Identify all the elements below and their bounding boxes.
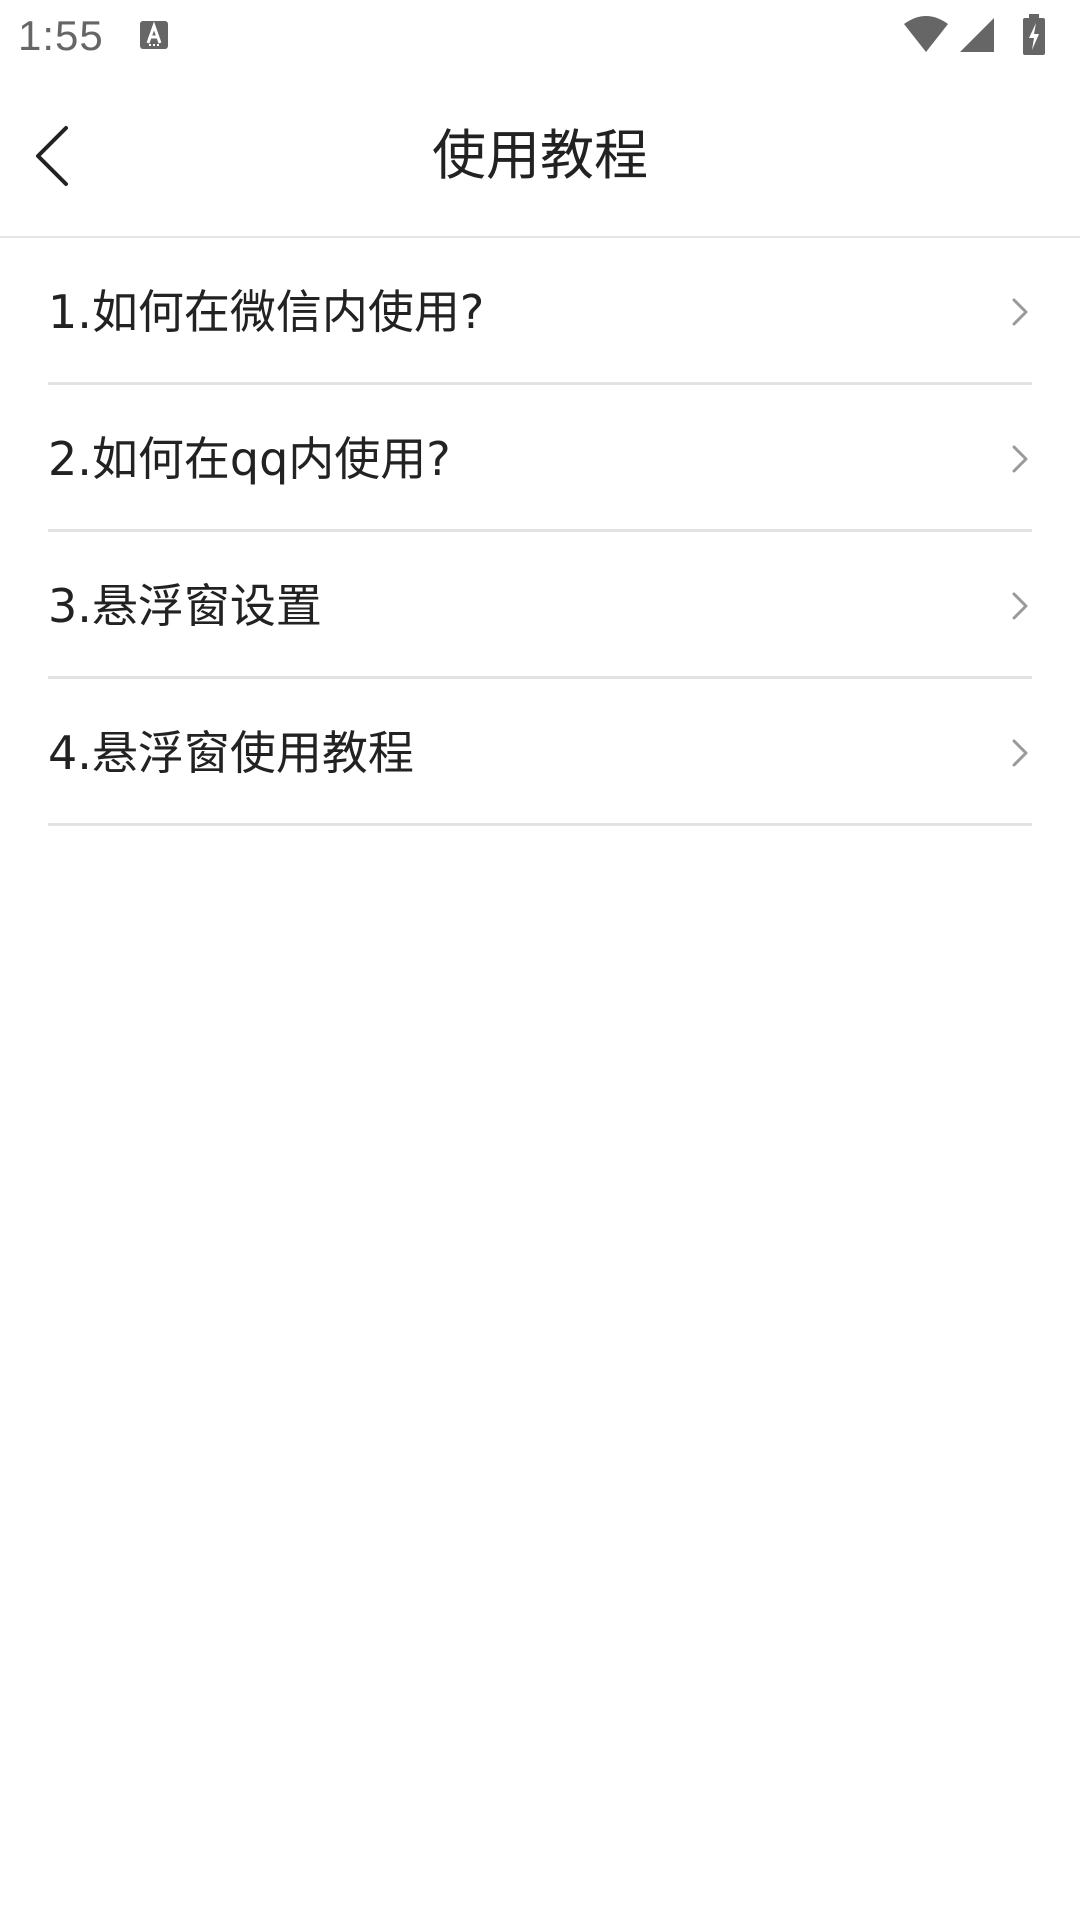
wifi-icon bbox=[904, 16, 948, 52]
list-item-qq[interactable]: 2.如何在qq内使用? bbox=[48, 385, 1032, 532]
list-item-label: 4.悬浮窗使用教程 bbox=[48, 726, 414, 780]
tutorial-list: 1.如何在微信内使用? 2.如何在qq内使用? 3.悬浮窗设置 4.悬浮窗使用教… bbox=[48, 238, 1032, 826]
list-item-label: 3.悬浮窗设置 bbox=[48, 579, 322, 633]
text-a-icon bbox=[138, 19, 170, 51]
chevron-right-icon bbox=[1012, 592, 1028, 620]
chevron-right-icon bbox=[1012, 739, 1028, 767]
chevron-right-icon bbox=[1012, 298, 1028, 326]
status-bar: 1:55 bbox=[0, 0, 1080, 72]
status-icons bbox=[902, 14, 1062, 56]
chevron-right-icon bbox=[1012, 445, 1028, 473]
page-title: 使用教程 bbox=[432, 124, 648, 187]
list-item-floating-window-tutorial[interactable]: 4.悬浮窗使用教程 bbox=[48, 679, 1032, 826]
cellular-signal-icon bbox=[960, 18, 994, 52]
battery-charging-icon bbox=[1023, 14, 1045, 55]
list-item-label: 1.如何在微信内使用? bbox=[48, 285, 485, 339]
list-item-wechat[interactable]: 1.如何在微信内使用? bbox=[48, 238, 1032, 385]
status-time: 1:55 bbox=[18, 12, 104, 59]
list-item-label: 2.如何在qq内使用? bbox=[48, 432, 451, 486]
list-item-floating-window-settings[interactable]: 3.悬浮窗设置 bbox=[48, 532, 1032, 679]
app-header: 使用教程 bbox=[0, 72, 1080, 238]
